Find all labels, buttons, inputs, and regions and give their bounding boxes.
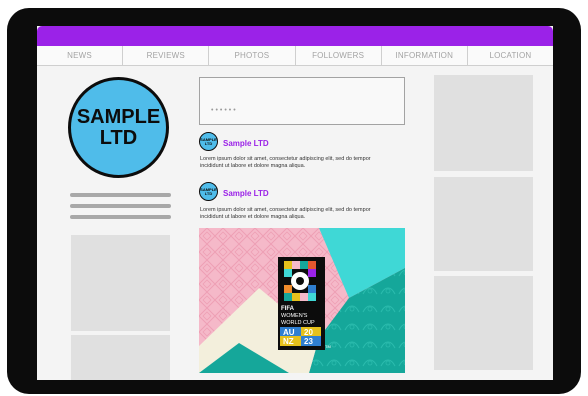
poster-nz: NZ [283, 337, 294, 346]
poster-title-line1: FIFA [281, 306, 295, 312]
world-cup-logo-card: FIFA WOMEN'S WORLD CUP AU 20 NZ 23 TM [278, 257, 331, 350]
nav-tab-reviews[interactable]: REVIEWS [123, 46, 210, 65]
post-body: Lorem ipsum dolor sit amet, consectetur … [200, 156, 371, 169]
nav-tab-news[interactable]: NEWS [37, 46, 124, 65]
poster-au: AU [283, 328, 295, 337]
nav-tab-information[interactable]: INFORMATION [382, 46, 468, 65]
nav-tab-photos[interactable]: PHOTOS [209, 46, 296, 65]
post-author[interactable]: Sample LTD [223, 189, 269, 198]
nav-tab-location[interactable]: LOCATION [468, 46, 553, 65]
poster-year-top: 20 [304, 328, 313, 337]
header-bar [37, 26, 553, 46]
logo-text-line1: SAMPLE [76, 105, 161, 128]
main-nav: NEWS REVIEWS PHOTOS FOLLOWERS INFORMATIO… [37, 46, 553, 66]
avatar-text: LTD [204, 140, 213, 146]
avatar-text: LTD [204, 190, 213, 196]
profile-info-line [70, 215, 171, 219]
app-screen: NEWS REVIEWS PHOTOS FOLLOWERS INFORMATIO… [37, 26, 553, 380]
composer-placeholder: •••••• [211, 107, 238, 114]
profile-info-line [70, 204, 171, 208]
left-card-placeholder [71, 335, 170, 380]
poster-graphic: FIFA WOMEN'S WORLD CUP AU 20 NZ 23 TM [199, 228, 405, 373]
poster-year-bottom: 23 [304, 337, 313, 346]
profile-logo[interactable]: SAMPLE LTD [68, 77, 169, 178]
left-card-placeholder [71, 235, 170, 331]
logo-text-line2: LTD [99, 126, 138, 149]
post-body: Lorem ipsum dolor sit amet, consectetur … [200, 207, 371, 220]
right-card-placeholder [434, 177, 533, 271]
profile-info-line [70, 193, 171, 197]
post-author[interactable]: Sample LTD [223, 139, 269, 148]
poster-title-line3: WORLD CUP [281, 320, 315, 326]
poster-title-line2: WOMEN'S [281, 313, 308, 319]
avatar[interactable]: SAMPLE LTD [199, 132, 218, 151]
avatar[interactable]: SAMPLE LTD [199, 182, 218, 201]
right-card-placeholder [434, 276, 533, 370]
nav-tab-followers[interactable]: FOLLOWERS [296, 46, 382, 65]
post-composer[interactable]: •••••• [199, 77, 405, 125]
right-card-placeholder [434, 75, 533, 171]
poster-trademark: TM [325, 344, 331, 349]
post-image[interactable]: FIFA WOMEN'S WORLD CUP AU 20 NZ 23 TM [199, 228, 405, 373]
